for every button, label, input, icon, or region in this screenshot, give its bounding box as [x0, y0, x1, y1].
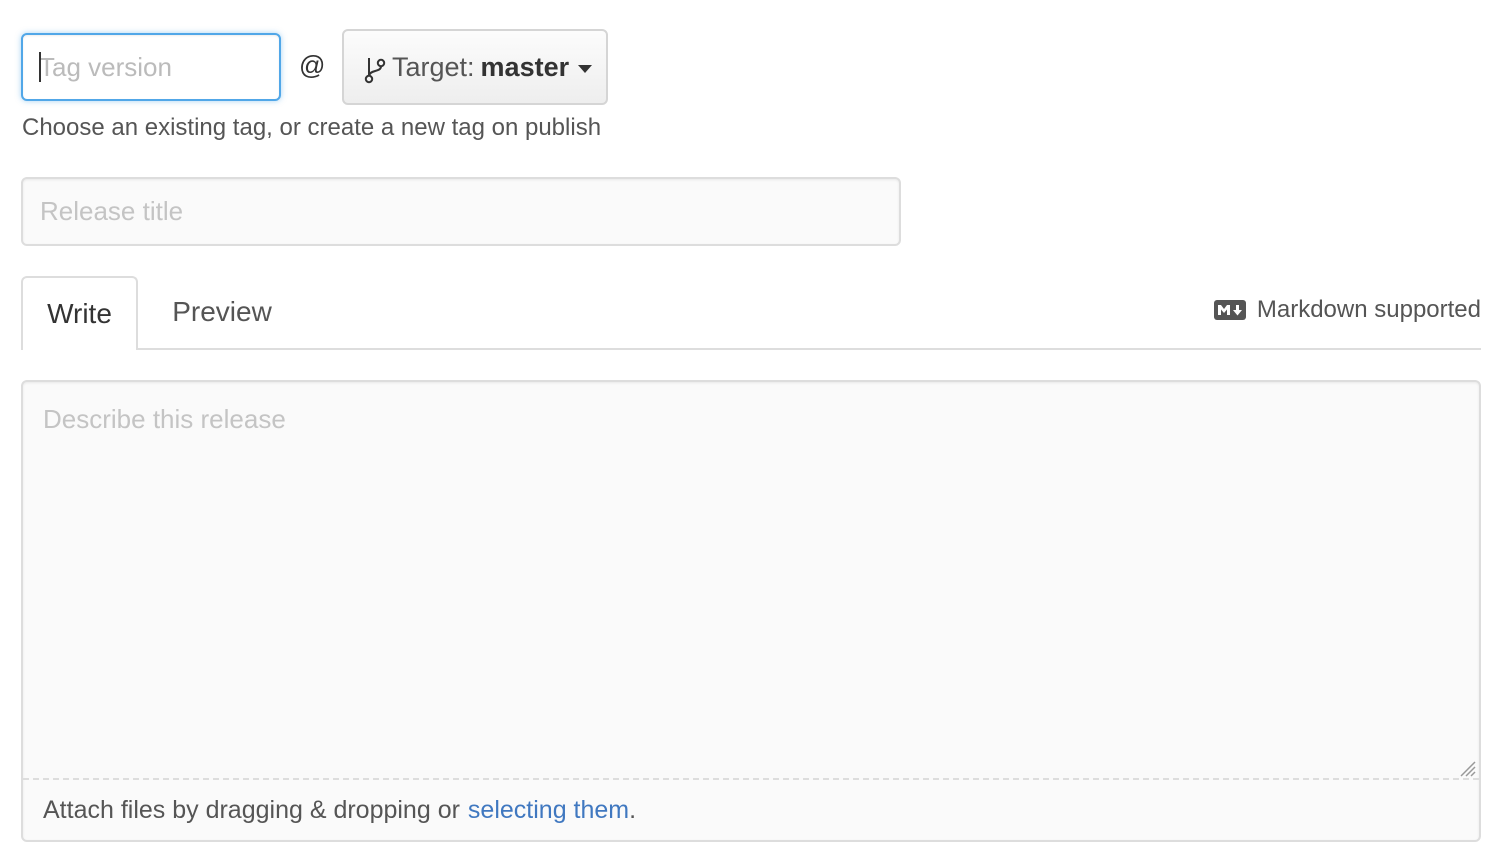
release-description-textarea[interactable]	[23, 382, 1479, 780]
tab-write[interactable]: Write	[21, 276, 138, 350]
tabs-divider	[21, 348, 1481, 350]
attach-files-bar[interactable]: Attach files by dragging & dropping or s…	[23, 778, 1479, 840]
release-title-input[interactable]	[21, 177, 901, 246]
target-label: Target:	[392, 51, 475, 82]
tag-version-input[interactable]	[21, 33, 281, 101]
git-branch-icon	[364, 58, 386, 84]
resize-handle-icon[interactable]	[1457, 758, 1477, 778]
select-files-link[interactable]: selecting them	[468, 796, 629, 825]
release-form: @ Target: master Choose an existing tag,…	[0, 0, 1504, 868]
target-branch-button[interactable]: Target: master	[342, 29, 608, 105]
attach-files-text: Attach files by dragging & dropping or	[43, 795, 460, 824]
markdown-icon	[1213, 300, 1246, 320]
target-branch-name: master	[480, 51, 570, 82]
markdown-supported-label: Markdown supported	[1256, 296, 1481, 323]
text-caret	[39, 52, 41, 82]
at-symbol: @	[299, 50, 326, 80]
chevron-down-icon	[578, 64, 593, 73]
tag-hint-text: Choose an existing tag, or create a new …	[22, 114, 602, 141]
markdown-supported-link[interactable]: Markdown supported	[1213, 296, 1481, 324]
description-editor: Attach files by dragging & dropping or s…	[21, 380, 1481, 842]
tab-preview[interactable]: Preview	[152, 276, 292, 348]
attach-files-suffix: .	[629, 795, 637, 824]
